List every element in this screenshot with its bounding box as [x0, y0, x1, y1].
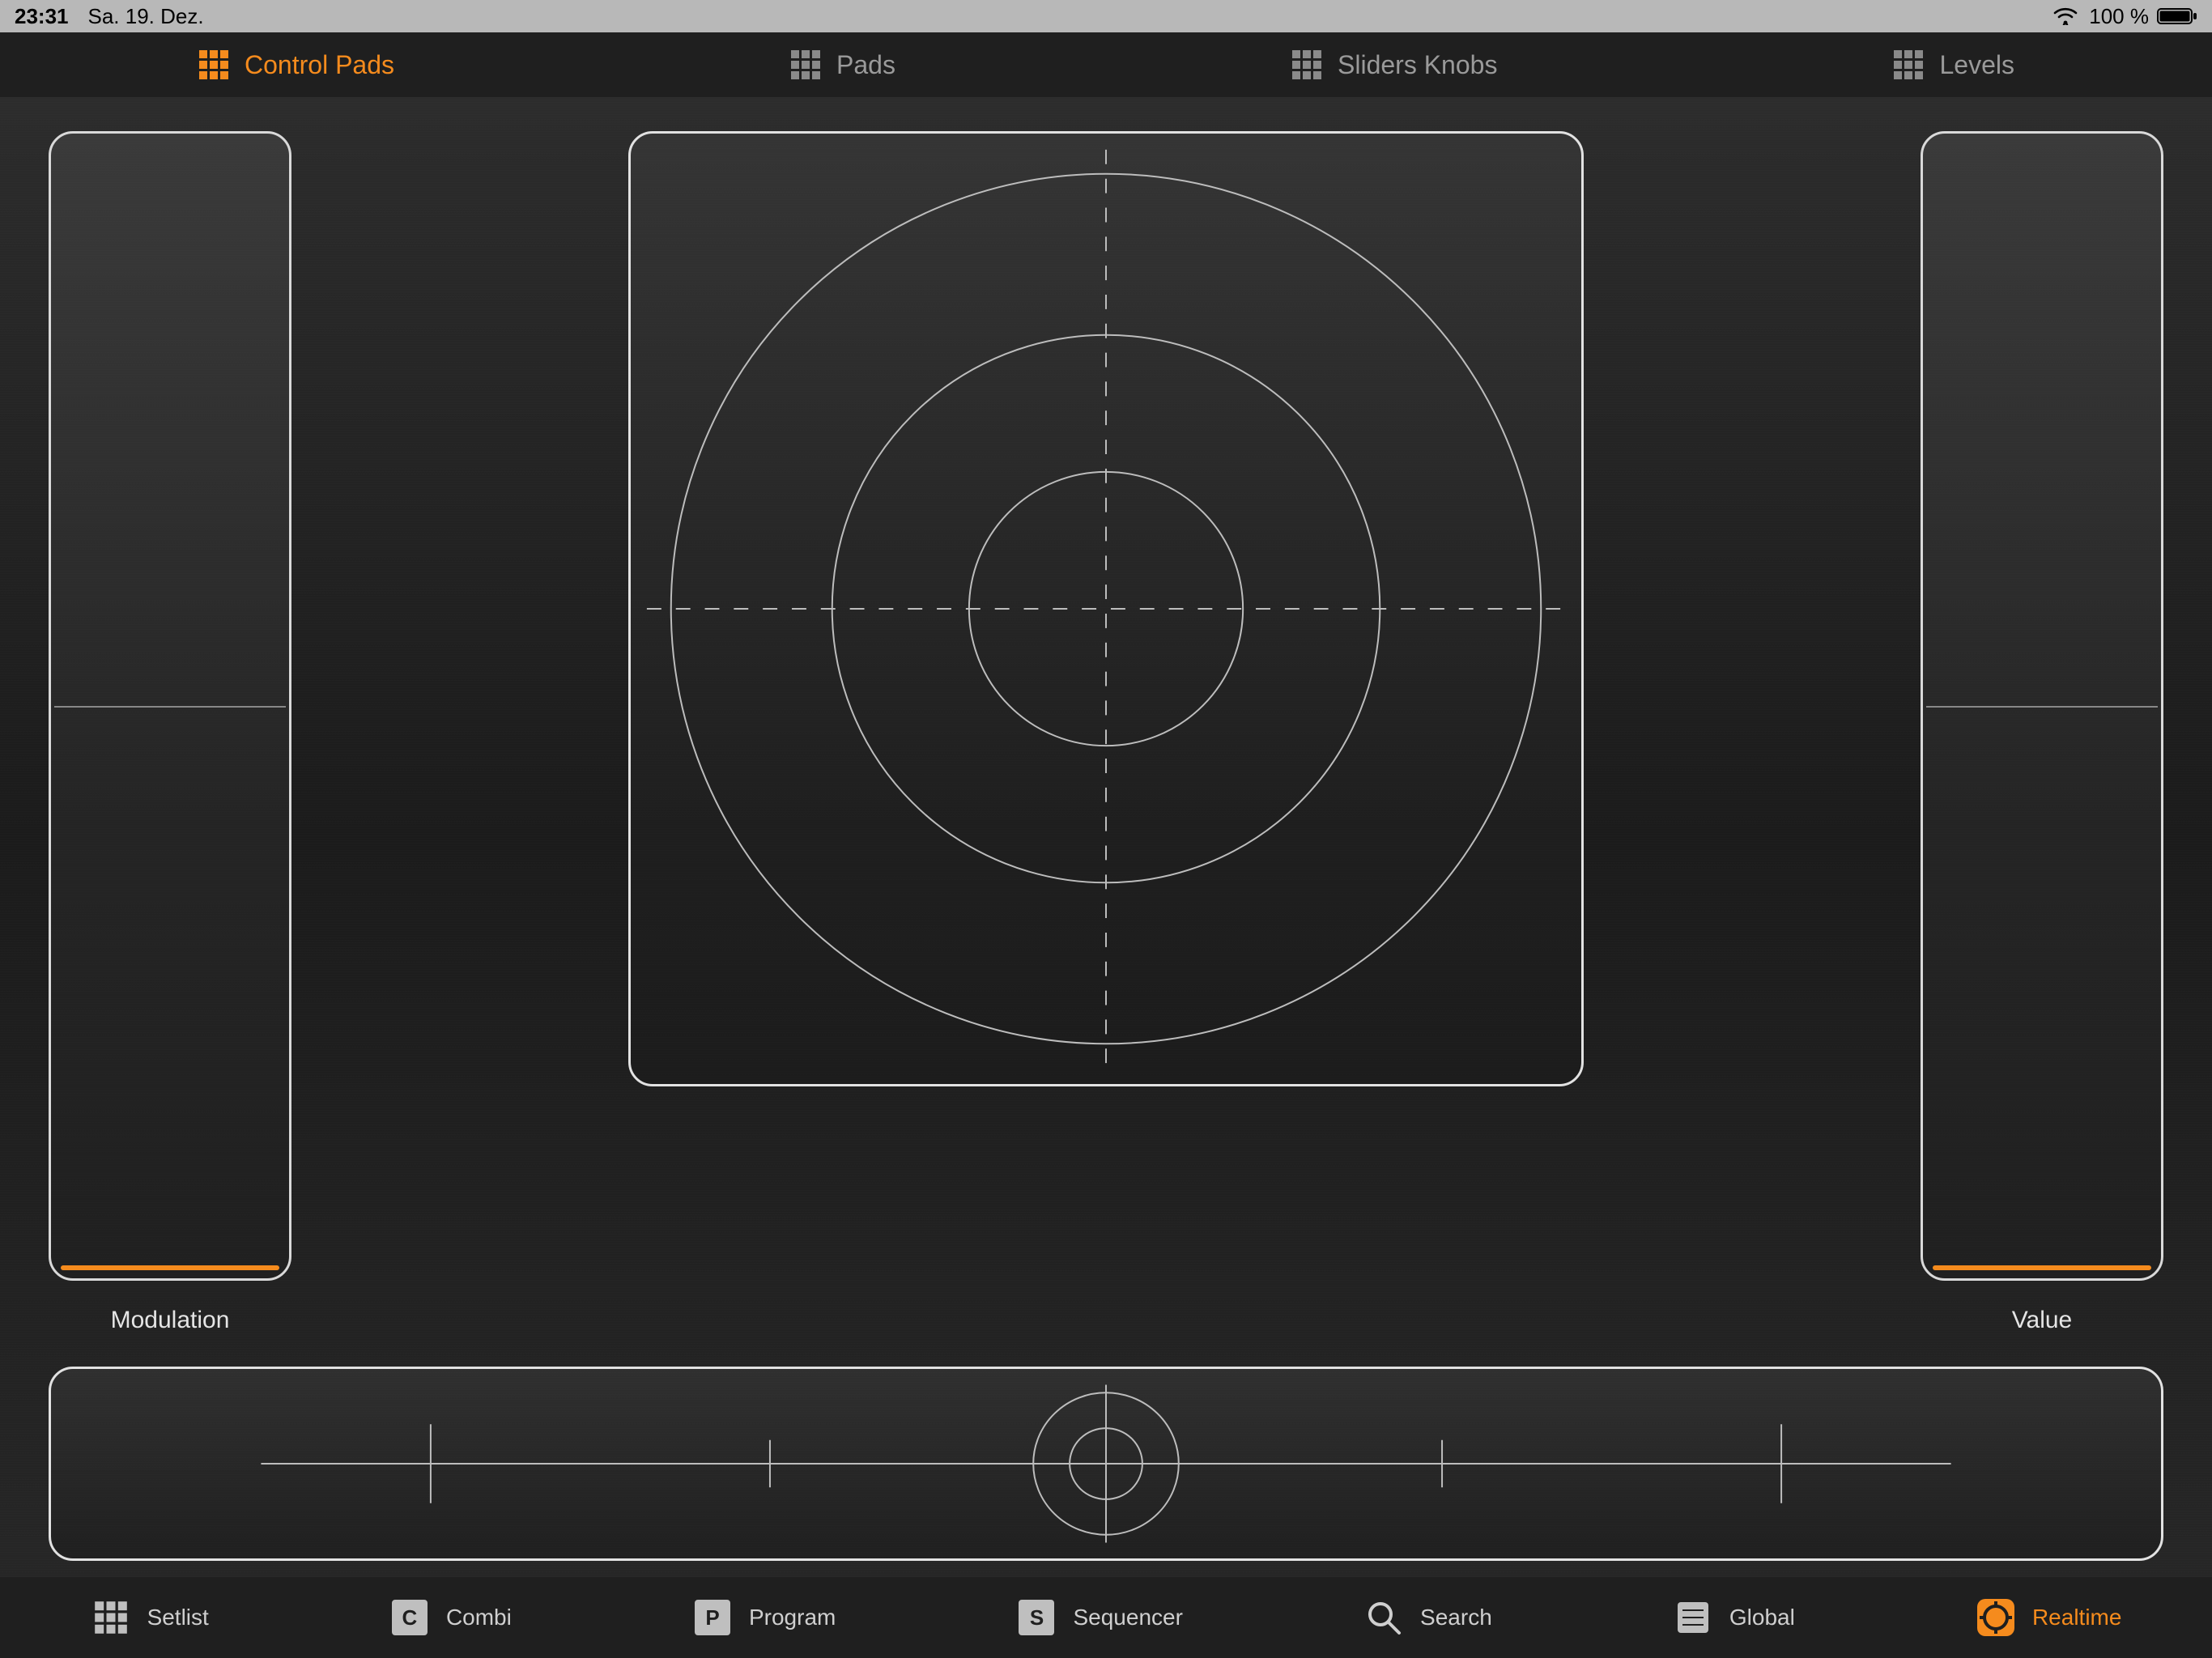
- grid-icon: [1291, 49, 1323, 81]
- top-tabs: Control Pads Pads Sliders Knobs: [0, 32, 2212, 97]
- pad-value-indicator: [61, 1265, 279, 1270]
- grid-icon: [198, 49, 230, 81]
- status-date: Sa. 19. Dez.: [88, 4, 204, 29]
- tab-levels[interactable]: Levels: [1892, 49, 2014, 81]
- nav-combi[interactable]: C Combi: [389, 1597, 512, 1638]
- sequencer-icon: S: [1016, 1597, 1057, 1638]
- combi-icon: C: [389, 1597, 430, 1638]
- nav-label: Search: [1420, 1605, 1492, 1630]
- nav-label: Realtime: [2032, 1605, 2121, 1630]
- modulation-label: Modulation: [111, 1307, 230, 1334]
- pad-value-indicator: [1933, 1265, 2151, 1270]
- tab-sliders-knobs[interactable]: Sliders Knobs: [1291, 49, 1497, 81]
- tab-label: Pads: [836, 50, 895, 80]
- pad-midline: [1926, 706, 2158, 708]
- status-bar: 23:31 Sa. 19. Dez. 100 %: [0, 0, 2212, 32]
- tab-control-pads[interactable]: Control Pads: [198, 49, 394, 81]
- nav-search[interactable]: Search: [1363, 1597, 1492, 1638]
- pad-midline: [54, 706, 286, 708]
- grid-icon: [91, 1597, 131, 1638]
- ribbon-controller[interactable]: [49, 1367, 2163, 1561]
- global-icon: [1673, 1597, 1713, 1638]
- grid-icon: [789, 49, 822, 81]
- nav-label: Setlist: [147, 1605, 209, 1630]
- realtime-icon: [1976, 1597, 2016, 1638]
- search-icon: [1363, 1597, 1404, 1638]
- program-icon: P: [692, 1597, 733, 1638]
- nav-global[interactable]: Global: [1673, 1597, 1795, 1638]
- ribbon-graticule: [51, 1369, 2161, 1558]
- nav-label: Global: [1729, 1605, 1795, 1630]
- tab-label: Control Pads: [245, 50, 394, 80]
- value-pad[interactable]: [1921, 131, 2163, 1281]
- status-time: 23:31: [15, 4, 69, 29]
- nav-label: Program: [749, 1605, 836, 1630]
- wifi-icon: [2053, 7, 2078, 25]
- nav-sequencer[interactable]: S Sequencer: [1016, 1597, 1182, 1638]
- grid-icon: [1892, 49, 1925, 81]
- battery-percent: 100 %: [2089, 4, 2149, 29]
- tab-label: Sliders Knobs: [1338, 50, 1497, 80]
- battery-icon: [2157, 7, 2197, 25]
- nav-realtime[interactable]: Realtime: [1976, 1597, 2121, 1638]
- xy-pad[interactable]: [628, 131, 1584, 1086]
- nav-setlist[interactable]: Setlist: [91, 1597, 209, 1638]
- modulation-pad[interactable]: [49, 131, 291, 1281]
- workspace: Modulation: [0, 97, 2212, 1577]
- nav-label: Combi: [446, 1605, 512, 1630]
- nav-label: Sequencer: [1073, 1605, 1182, 1630]
- nav-program[interactable]: P Program: [692, 1597, 836, 1638]
- xy-pad-graticule: [631, 134, 1581, 1084]
- bottom-bar: Setlist C Combi P Program S Sequencer Se…: [0, 1577, 2212, 1658]
- tab-label: Levels: [1939, 50, 2014, 80]
- value-label: Value: [2012, 1307, 2073, 1334]
- tab-pads[interactable]: Pads: [789, 49, 895, 81]
